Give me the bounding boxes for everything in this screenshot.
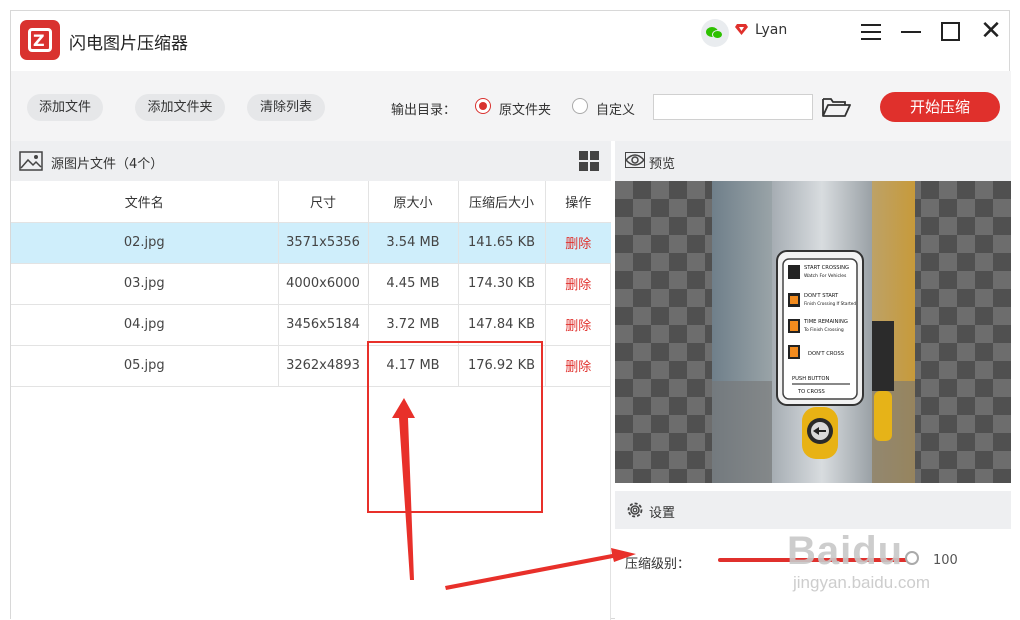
close-icon[interactable]: ✕ [979,18,1003,44]
column-header-compressed-size: 压缩后大小 [458,181,546,223]
table-row[interactable]: 02.jpg 3571x5356 3.54 MB 141.65 KB 删除 [11,222,611,264]
output-dir-label: 输出目录： [391,103,457,118]
cell-filename: 04.jpg [11,304,279,346]
menu-icon[interactable] [859,20,883,44]
cell-dimensions: 3456x5184 [278,304,369,346]
app-title: 闪电图片压缩器 [69,34,188,54]
sign-text-5: TIME REMAINING [803,319,848,325]
delete-link[interactable]: 删除 [545,304,611,346]
source-files-header: 源图片文件（4个） [11,141,611,181]
annotation-highlight-box [367,341,543,513]
sign-text-8: PUSH BUTTON [792,376,829,382]
eye-icon [625,152,645,168]
app-logo-icon: Z [20,20,60,60]
source-files-panel: 源图片文件（4个） 文件名 尺寸 原大小 压缩后大小 操作 02.jpg 357 [11,141,611,620]
compression-level-value: 100 [933,553,958,568]
add-folder-button[interactable]: 添加文件夹 [135,94,225,121]
cell-dimensions: 3262x4893 [278,345,369,387]
cell-dimensions: 4000x6000 [278,263,369,305]
preview-header: 预览 [615,141,1011,181]
preview-title: 预览 [649,157,676,172]
grid-view-icon[interactable] [579,151,599,171]
output-path-input[interactable] [653,94,813,120]
radio-original-label[interactable]: 原文件夹 [499,99,551,118]
preview-image: START CROSSING Watch For Vehicles DON'T … [712,181,915,483]
sign-text-7: DON'T CROSS [808,351,844,357]
sign-text-1: START CROSSING [804,265,849,271]
toolbar: 添加文件 添加文件夹 清除列表 输出目录： 原文件夹 自定义 开始压缩 [11,71,1011,141]
delete-link[interactable]: 删除 [545,345,611,387]
sign-text-3: DON'T START [804,293,839,299]
right-panel: 预览 START CROSSING Watch For Vehicles DON… [615,141,1011,620]
cell-original-size: 3.72 MB [368,304,459,346]
watermark-brand: Baidu [787,529,904,573]
compression-level-label: 压缩级别： [625,557,691,572]
cell-original-size: 3.54 MB [368,222,459,264]
folder-open-icon[interactable] [821,96,851,118]
clear-list-button[interactable]: 清除列表 [247,94,325,121]
image-icon [19,151,43,171]
title-bar: Z 闪电图片压缩器 Lyan ✕ [11,11,1011,71]
radio-custom-label[interactable]: 自定义 [596,99,635,118]
sign-text-2: Watch For Vehicles [804,273,847,279]
column-header-original-size: 原大小 [368,181,459,223]
start-compress-button[interactable]: 开始压缩 [880,92,1000,122]
app-window: Z 闪电图片压缩器 Lyan ✕ 添加文件 添加文件夹 清除列表 输出目录： 原… [10,10,1011,620]
column-header-action: 操作 [545,181,611,223]
table-header-row: 文件名 尺寸 原大小 压缩后大小 操作 [11,181,611,223]
cell-compressed-size: 147.84 KB [458,304,546,346]
watermark-site: jingyan.baidu.com [793,573,931,592]
cell-filename: 02.jpg [11,222,279,264]
gear-icon [627,502,643,518]
add-file-button[interactable]: 添加文件 [27,94,103,121]
radio-original-folder[interactable] [475,98,491,114]
sign-text-6: To Finish Crossing [803,327,844,333]
sign-text-9: TO CROSS [797,389,825,395]
slider-handle[interactable] [905,551,919,565]
delete-link[interactable]: 删除 [545,263,611,305]
wechat-icon[interactable] [701,19,729,47]
vip-diamond-icon [735,24,748,35]
username-label[interactable]: Lyan [755,22,787,38]
cell-original-size: 4.45 MB [368,263,459,305]
cell-dimensions: 3571x5356 [278,222,369,264]
preview-area: START CROSSING Watch For Vehicles DON'T … [615,181,1011,483]
column-header-dimensions: 尺寸 [278,181,369,223]
cell-filename: 05.jpg [11,345,279,387]
table-row[interactable]: 04.jpg 3456x5184 3.72 MB 147.84 KB 删除 [11,304,611,346]
cell-filename: 03.jpg [11,263,279,305]
column-header-filename: 文件名 [11,181,279,223]
sign-text-4: Finish Crossing If Started [804,301,856,306]
radio-custom-folder[interactable] [572,98,588,114]
cell-compressed-size: 141.65 KB [458,222,546,264]
delete-link[interactable]: 删除 [545,222,611,264]
cell-compressed-size: 174.30 KB [458,263,546,305]
table-row[interactable]: 03.jpg 4000x6000 4.45 MB 174.30 KB 删除 [11,263,611,305]
settings-title: 设置 [649,506,676,521]
minimize-icon[interactable] [899,20,923,44]
source-files-title: 源图片文件（4个） [51,157,164,172]
maximize-icon[interactable] [939,20,963,44]
baidu-watermark: Baidu jingyan.baidu.com [787,529,930,592]
settings-header: 设置 [615,491,1011,529]
